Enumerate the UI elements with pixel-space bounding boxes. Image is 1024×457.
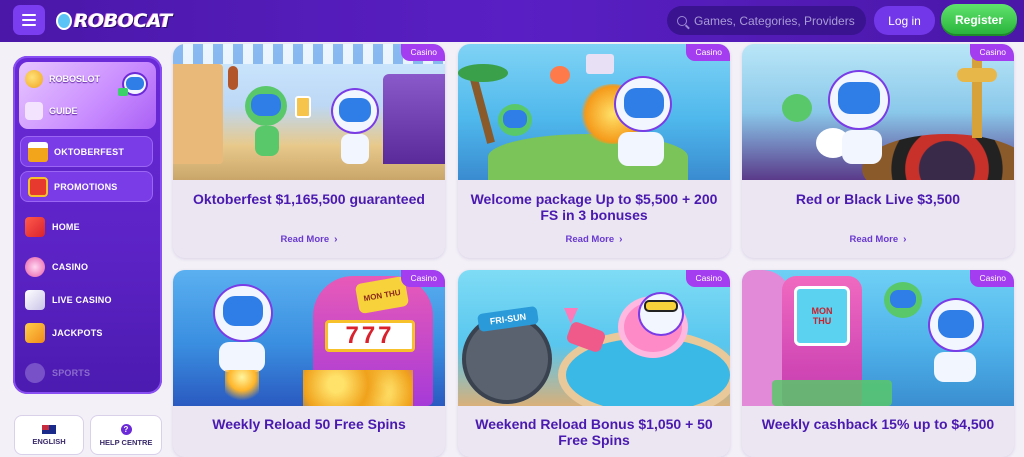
weekly-reload-banner-image: MON THU 777: [173, 270, 445, 406]
sidebar-item-label: LIVE CASINO: [52, 295, 112, 305]
sidebar-item-label: JACKPOTS: [52, 328, 103, 338]
sidebar-nav: ROBOSLOT GUIDE OKTOBERFEST PROMOTIONS HO…: [13, 56, 162, 394]
atm-day-screen: MON THU: [794, 286, 850, 346]
category-badge: Casino: [969, 270, 1014, 287]
card-title: Welcome package Up to $5,500 + 200 FS in…: [470, 191, 718, 223]
chevron-right-icon: ›: [903, 234, 907, 245]
read-more-label: Read More: [565, 234, 615, 245]
top-header: ROBOCAT Log in Register: [0, 0, 1024, 42]
sports-icon: [25, 363, 45, 383]
robocat-logo-icon: [56, 12, 72, 30]
menu-bar-icon: [22, 14, 36, 16]
category-badge: Casino: [400, 270, 445, 287]
promo-card-oktoberfest[interactable]: Casino Oktoberfest $1,165,500 guaranteed…: [173, 44, 445, 258]
register-button[interactable]: Register: [941, 4, 1017, 36]
help-icon: ?: [120, 423, 132, 435]
promo-card-weekly-reload[interactable]: MON THU 777 Casino Weekly Reload 50 Free…: [173, 270, 445, 457]
sidebar-item-label: CASINO: [52, 262, 89, 272]
language-button[interactable]: ENGLISH: [14, 415, 84, 455]
read-more-link[interactable]: Read More ›: [458, 234, 730, 245]
logo-text: ROBOCAT: [74, 10, 172, 32]
sidebar-item-label: SPORTS: [52, 368, 91, 378]
sidebar-item-jackpots[interactable]: JACKPOTS: [25, 323, 103, 343]
sidebar-item-label: OKTOBERFEST: [54, 146, 125, 157]
login-button[interactable]: Log in: [874, 6, 935, 35]
promo-card-weekend-reload[interactable]: FRI-SUN Casino Weekend Reload Bonus $1,0…: [458, 270, 730, 457]
search-bar[interactable]: [667, 6, 866, 35]
sidebar-item-oktoberfest[interactable]: OKTOBERFEST: [20, 136, 153, 167]
guide-icon: [25, 102, 43, 120]
chevron-right-icon: ›: [334, 234, 338, 245]
sidebar-item-roboslot[interactable]: ROBOSLOT: [25, 70, 100, 88]
red-or-black-banner-image: [742, 44, 1014, 180]
category-badge: Casino: [969, 44, 1014, 61]
sidebar-item-label: ROBOSLOT: [49, 74, 100, 84]
casino-icon: [25, 257, 45, 277]
help-centre-label: HELP CENTRE: [99, 437, 153, 447]
robot-mascot-icon: [118, 68, 150, 104]
search-input[interactable]: [694, 13, 859, 28]
sidebar-item-promotions[interactable]: PROMOTIONS: [20, 171, 153, 202]
sidebar-item-label: PROMOTIONS: [54, 181, 118, 192]
card-title: Weekly cashback 15% up to $4,500: [761, 416, 995, 432]
read-more-label: Read More: [849, 234, 899, 245]
promo-card-welcome-package[interactable]: Casino Welcome package Up to $5,500 + 20…: [458, 44, 730, 258]
hamburger-menu-button[interactable]: [13, 5, 45, 35]
menu-bar-icon: [22, 24, 36, 26]
sidebar-item-live-casino[interactable]: LIVE CASINO: [25, 290, 112, 310]
weekly-cashback-banner-image: MON THU: [742, 270, 1014, 406]
card-title: Weekly Reload 50 Free Spins: [212, 416, 406, 432]
category-badge: Casino: [685, 44, 730, 61]
promo-card-weekly-cashback[interactable]: MON THU Casino Weekly cashback 15% up to…: [742, 270, 1014, 457]
promo-card-red-or-black[interactable]: Casino Red or Black Live $3,500 Read Mor…: [742, 44, 1014, 258]
sidebar-item-guide[interactable]: GUIDE: [25, 102, 78, 120]
sidebar-item-label: GUIDE: [49, 106, 78, 116]
flag-icon: [42, 424, 56, 434]
slot-reels: 777: [325, 320, 415, 352]
sidebar-item-sports[interactable]: SPORTS: [25, 363, 90, 383]
live-casino-icon: [25, 290, 45, 310]
language-label: ENGLISH: [32, 436, 66, 446]
jackpot-icon: [25, 323, 45, 343]
read-more-label: Read More: [280, 234, 330, 245]
card-title: Oktoberfest $1,165,500 guaranteed: [193, 191, 425, 207]
chevron-right-icon: ›: [619, 234, 623, 245]
category-badge: Casino: [400, 44, 445, 61]
beer-icon: [28, 141, 48, 162]
robocat-logo[interactable]: ROBOCAT: [56, 7, 172, 35]
search-icon: [677, 15, 687, 26]
card-title: Weekend Reload Bonus $1,050 + 50 Free Sp…: [475, 416, 713, 448]
weekend-reload-banner-image: FRI-SUN: [458, 270, 730, 406]
oktoberfest-banner-image: [173, 44, 445, 180]
sidebar-item-label: HOME: [52, 222, 80, 232]
gift-icon: [28, 176, 48, 197]
menu-bar-icon: [22, 19, 36, 21]
coin-icon: [25, 70, 43, 88]
help-centre-button[interactable]: ? HELP CENTRE: [90, 415, 162, 455]
sidebar-item-home[interactable]: HOME: [25, 217, 80, 237]
sidebar-promo-box: ROBOSLOT GUIDE: [19, 62, 156, 129]
read-more-link[interactable]: Read More ›: [173, 234, 445, 245]
category-badge: Casino: [685, 270, 730, 287]
card-title: Red or Black Live $3,500: [795, 191, 961, 207]
read-more-link[interactable]: Read More ›: [742, 234, 1014, 245]
sidebar-item-casino[interactable]: CASINO: [25, 257, 88, 277]
welcome-package-banner-image: [458, 44, 730, 180]
home-icon: [25, 217, 45, 237]
